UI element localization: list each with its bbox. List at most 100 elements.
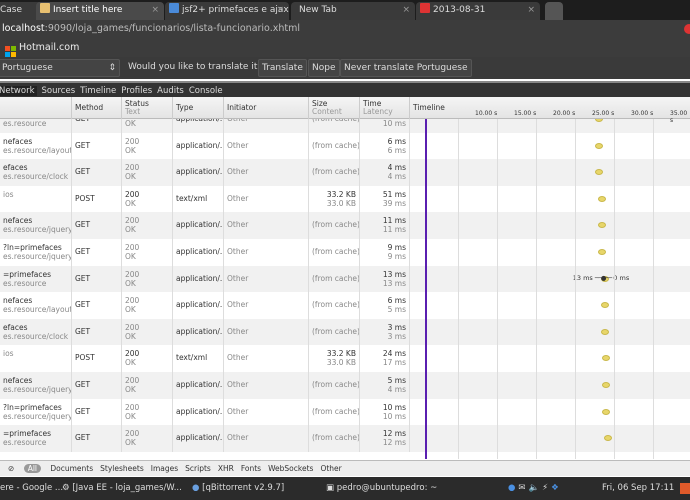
timing-right: 0 ms (613, 273, 630, 282)
qbittorrent-tray-icon[interactable]: ● (508, 483, 518, 493)
tab-profiles[interactable]: Profiles (121, 86, 152, 96)
table-row[interactable]: ios POST 200 OK text/xml Other 33.2 KB 33.0 KB 2… (0, 345, 690, 372)
timeline-bar[interactable] (600, 328, 609, 335)
tab-new-tab[interactable]: New Tab × (291, 2, 415, 20)
filter-stylesheets[interactable]: Stylesheets (100, 464, 144, 473)
tab-label: New Tab (299, 5, 337, 15)
timeline-bar[interactable] (598, 249, 607, 255)
dropbox-icon[interactable]: ❖ (551, 483, 562, 493)
status-text: OK (125, 411, 136, 421)
table-row[interactable]: =primefaceses.resourceGET200OKapplicatio… (0, 425, 690, 452)
status-code: 200 (125, 243, 140, 252)
google-plus-icon (420, 3, 430, 13)
table-row[interactable]: efaces es.resource/clock GET 200 OK applicati… (0, 159, 690, 186)
mail-icon[interactable]: ✉ (518, 483, 528, 493)
filter-xhr[interactable]: XHR (218, 464, 234, 473)
filter-documents[interactable]: Documents (50, 464, 93, 473)
tab-console[interactable]: Console (189, 86, 223, 96)
clear-icon[interactable]: ⊘ (8, 464, 14, 473)
never-translate-button[interactable]: Never translate Portuguese (340, 59, 472, 77)
tab-google-plus[interactable]: 2013-08-31 × (416, 2, 540, 20)
tab-timeline[interactable]: Timeline (80, 86, 116, 96)
column-size[interactable]: Size Content (309, 97, 360, 119)
filter-fonts[interactable]: Fonts (241, 464, 261, 473)
clock[interactable]: Fri, 06 Sep 17:11 (602, 477, 674, 500)
request-method: GET (75, 300, 91, 310)
initiator-cell: Other (224, 425, 309, 452)
filter-scripts[interactable]: Scripts (185, 464, 211, 473)
timeline-bar[interactable] (603, 435, 612, 442)
request-latency: 4 ms (387, 172, 406, 182)
taskbar: ere - Google ... ⚙ [Java EE - loja_games… (0, 477, 690, 500)
tab-jsf2[interactable]: jsf2+ primefaces e ajax × (165, 2, 289, 20)
filter-all[interactable]: All (23, 464, 41, 473)
translate-button[interactable]: Translate (258, 59, 307, 77)
initiator-cell: Other (224, 185, 309, 213)
show-desktop-icon[interactable] (680, 483, 690, 494)
taskbar-item-terminal[interactable]: ▣ pedro@ubuntupedro: ~ (326, 477, 437, 500)
new-tab-button[interactable] (545, 2, 563, 20)
table-row[interactable]: ?ln=primefaces es.resource/jquery GET 200 OK… (0, 398, 690, 426)
column-method[interactable]: Method (72, 97, 122, 119)
initiator-cell: Other (224, 292, 309, 319)
time-cell: 6 ms 5 ms (360, 292, 410, 319)
request-name: nefaces (3, 376, 33, 385)
column-time[interactable]: Time Latency (360, 97, 410, 119)
tab-audits[interactable]: Audits (157, 86, 184, 96)
timeline-bar[interactable] (594, 142, 603, 149)
filter-images[interactable]: Images (151, 464, 178, 473)
close-icon[interactable]: × (402, 2, 410, 19)
language-select[interactable]: Portuguese ⇕ (0, 59, 120, 77)
address-bar[interactable]: localhost:9090/loja_games/funcionarios/l… (0, 20, 690, 38)
column-name[interactable] (0, 97, 72, 119)
table-row[interactable]: nefaces es.resource/layout GET 200 OK applica… (0, 132, 690, 160)
close-icon[interactable]: × (151, 2, 159, 19)
table-row[interactable]: nefaces es.resource/jquery GET 200 OK applica… (0, 212, 690, 239)
network-icon[interactable]: ⚡ (542, 483, 551, 493)
timeline-bar[interactable] (594, 169, 603, 176)
table-row[interactable]: nefaces es.resource/jquery GET 200 OK applica… (0, 372, 690, 399)
column-timeline[interactable]: Timeline (410, 97, 458, 119)
tray-icons[interactable]: ●✉🔈⚡❖ (508, 477, 562, 500)
timeline-bar[interactable] (598, 222, 607, 229)
timeline-bar[interactable] (598, 195, 607, 202)
request-path: es.resource/jquery (3, 411, 72, 421)
column-status[interactable]: Status Text (122, 97, 173, 119)
tab-network[interactable]: Network (0, 86, 37, 96)
timeline-tick-label: 15.00 s (514, 110, 537, 117)
taskbar-item-eclipse[interactable]: ⚙ [Java EE - loja_games/W... (62, 477, 182, 500)
table-row[interactable]: ?ln=primefaces es.resource/jquery GET 200 OK… (0, 239, 690, 266)
timeline-bar[interactable] (600, 302, 609, 309)
status-text: OK (125, 385, 136, 394)
record-icon[interactable] (684, 24, 690, 34)
bookmark-hotmail[interactable]: Hotmail.com (5, 42, 79, 57)
filter-other[interactable]: Other (320, 464, 341, 473)
close-icon[interactable]: × (276, 2, 284, 19)
request-initiator: Other (227, 140, 249, 150)
timeline-bar[interactable] (602, 355, 611, 362)
tab-sources[interactable]: Sources (42, 86, 76, 96)
type-cell: application/... (173, 398, 224, 426)
timeline-bar[interactable] (602, 408, 611, 415)
nope-button[interactable]: Nope (308, 59, 340, 77)
table-row[interactable]: =primefaceses.resourceGET200OKapplicatio… (0, 265, 690, 293)
browser-tab-strip: Case × Insert title here × jsf2+ primeface… (0, 0, 690, 20)
filter-websockets[interactable]: WebSockets (268, 464, 313, 473)
size-cell: (from cache) (309, 398, 360, 426)
taskbar-item-qbittorrent[interactable]: ● [qBittorrent v2.9.7] (192, 477, 284, 500)
request-latency: 3 ms (387, 331, 406, 341)
taskbar-item-chrome[interactable]: ere - Google ... (0, 477, 63, 500)
status-code: 200 (125, 216, 140, 226)
tab-label: Insert title here (53, 5, 123, 15)
tab-insert-title[interactable]: Insert title here × (36, 2, 164, 20)
timeline-gridline (575, 97, 576, 459)
column-initiator[interactable]: Initiator (224, 97, 309, 119)
table-row[interactable]: nefaces es.resource/layout GET 200 OK applica… (0, 292, 690, 319)
column-type[interactable]: Type (173, 97, 224, 119)
timeline-bar[interactable] (602, 382, 611, 388)
close-icon[interactable]: × (527, 2, 535, 19)
table-row[interactable]: ios POST 200 OK text/xml Other 33.2 KB 33.0 KB 5… (0, 185, 690, 213)
request-method: POST (75, 193, 95, 203)
table-row[interactable]: efaces es.resource/clock GET 200 OK applicati… (0, 318, 690, 346)
volume-icon[interactable]: 🔈 (529, 483, 543, 493)
